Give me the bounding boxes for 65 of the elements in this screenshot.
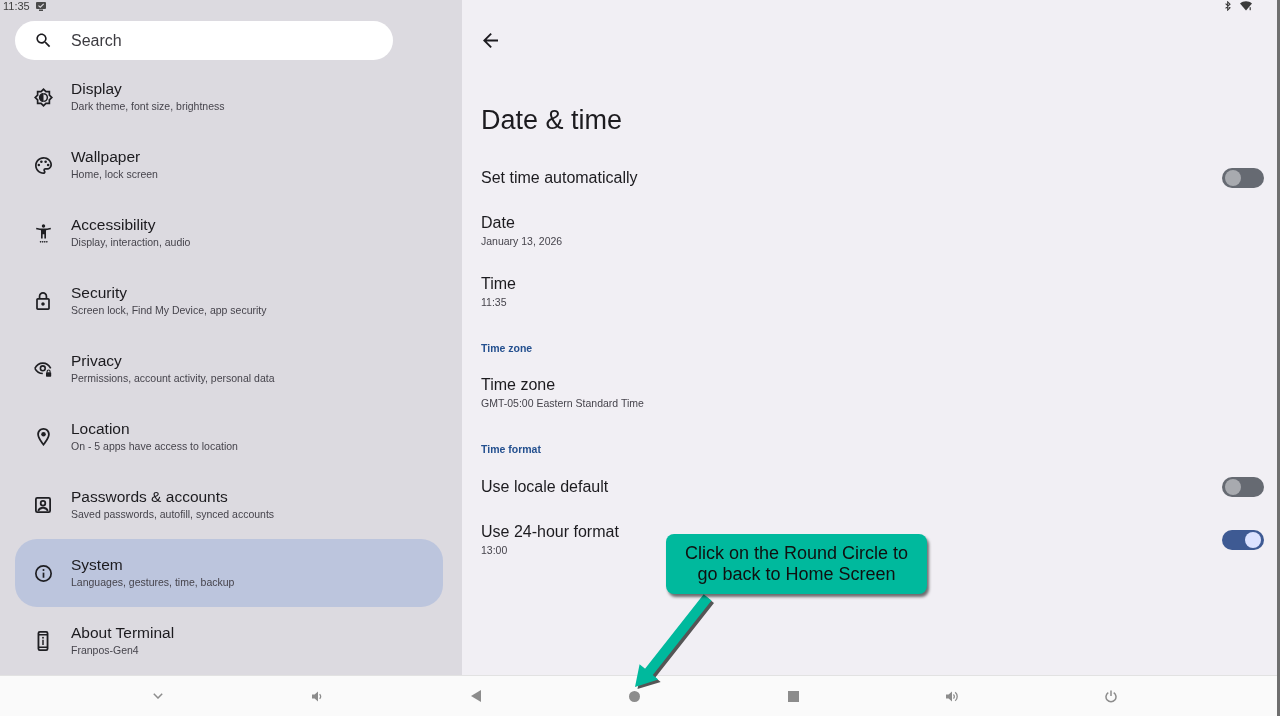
- info-icon: [34, 564, 52, 582]
- location-pin-icon: [36, 428, 50, 446]
- sidebar-item[interactable]: Accessibility Display, interaction, audio: [15, 199, 443, 267]
- toggle-switch[interactable]: [1222, 477, 1264, 497]
- accessibility-icon: [35, 223, 51, 243]
- status-time: 11:35: [3, 0, 30, 12]
- volume-up-icon[interactable]: [945, 690, 959, 702]
- setting-title[interactable]: Time: [481, 274, 516, 294]
- toggle-switch[interactable]: [1222, 530, 1264, 550]
- sidebar-item-subtitle: Dark theme, font size, brightness: [71, 99, 225, 114]
- setting-title[interactable]: Set time automatically: [481, 168, 638, 188]
- sidebar-item[interactable]: Privacy Permissions, account activity, personal data: [15, 335, 443, 403]
- sidebar-item[interactable]: System Languages, gestures, time, backup: [15, 539, 443, 607]
- callout-note: Click on the Round Circle to go back to Home Screen: [666, 534, 927, 594]
- power-icon[interactable]: [1104, 689, 1117, 703]
- setting-title[interactable]: Date: [481, 213, 515, 233]
- home-circle-icon[interactable]: [629, 690, 641, 702]
- volume-down-icon[interactable]: [312, 690, 323, 702]
- sidebar-item-subtitle: Screen lock, Find My Device, app security: [71, 303, 267, 318]
- sidebar-item-subtitle: Permissions, account activity, personal data: [71, 371, 275, 386]
- sidebar-item-subtitle: Home, lock screen: [71, 167, 158, 182]
- sidebar-item-title: Security: [71, 284, 127, 302]
- sidebar-item-title: Passwords & accounts: [71, 488, 228, 506]
- setting-title[interactable]: Use locale default: [481, 477, 609, 497]
- setting-summary: 11:35: [481, 295, 507, 310]
- sidebar-item[interactable]: Location On - 5 apps have access to location: [15, 403, 443, 471]
- setting-title[interactable]: Use 24-hour format: [481, 522, 619, 542]
- sidebar-item[interactable]: Wallpaper Home, lock screen: [15, 131, 443, 199]
- setting-summary: GMT-05:00 Eastern Standard Time: [481, 396, 644, 411]
- palette-icon: [34, 156, 52, 174]
- wifi-icon: [1240, 1, 1252, 11]
- section-header: Time zone: [481, 341, 533, 356]
- back-arrow-icon[interactable]: [483, 32, 498, 48]
- sidebar-item-title: Display: [71, 80, 122, 98]
- device-info-icon: [37, 631, 49, 651]
- sidebar-item-title: About Terminal: [71, 624, 175, 642]
- sidebar-item[interactable]: About Terminal Franpos-Gen4: [15, 607, 443, 675]
- back-triangle-icon[interactable]: [470, 690, 481, 702]
- chevron-down-icon[interactable]: [153, 693, 164, 699]
- sidebar-item[interactable]: Display Dark theme, font size, brightness: [15, 63, 443, 131]
- setting-title[interactable]: Time zone: [481, 375, 556, 395]
- sidebar-item[interactable]: Security Screen lock, Find My Device, app security: [15, 267, 443, 335]
- sidebar-item-subtitle: On - 5 apps have access to location: [71, 439, 238, 454]
- section-header: Time format: [481, 442, 541, 457]
- sidebar-item-title: Accessibility: [71, 216, 156, 234]
- account-box-icon: [35, 497, 51, 513]
- sidebar-item-subtitle: Languages, gestures, time, backup: [71, 575, 235, 590]
- toggle-switch[interactable]: [1222, 168, 1264, 188]
- brightness-icon: [33, 87, 53, 107]
- sidebar-item-title: Wallpaper: [71, 148, 141, 166]
- sidebar-item-title: Privacy: [71, 352, 122, 370]
- sidebar-item-subtitle: Franpos-Gen4: [71, 643, 139, 658]
- sidebar-item[interactable]: Passwords & accounts Saved passwords, autofill, synced accounts: [15, 471, 443, 539]
- lock-icon: [36, 292, 50, 310]
- bluetooth-icon: [1225, 1, 1231, 11]
- sidebar-item-title: Location: [71, 420, 130, 438]
- setting-summary: January 13, 2026: [481, 234, 563, 249]
- recents-square-icon[interactable]: [787, 690, 799, 702]
- sidebar-item-subtitle: Saved passwords, autofill, synced accounts: [71, 507, 275, 522]
- page-title: Date & time: [481, 104, 623, 137]
- eye-lock-icon: [34, 361, 52, 377]
- sidebar-item-subtitle: Display, interaction, audio: [71, 235, 191, 250]
- sidebar-item-title: System: [71, 556, 123, 574]
- setting-summary: 13:00: [481, 543, 508, 558]
- search-icon: [36, 33, 51, 48]
